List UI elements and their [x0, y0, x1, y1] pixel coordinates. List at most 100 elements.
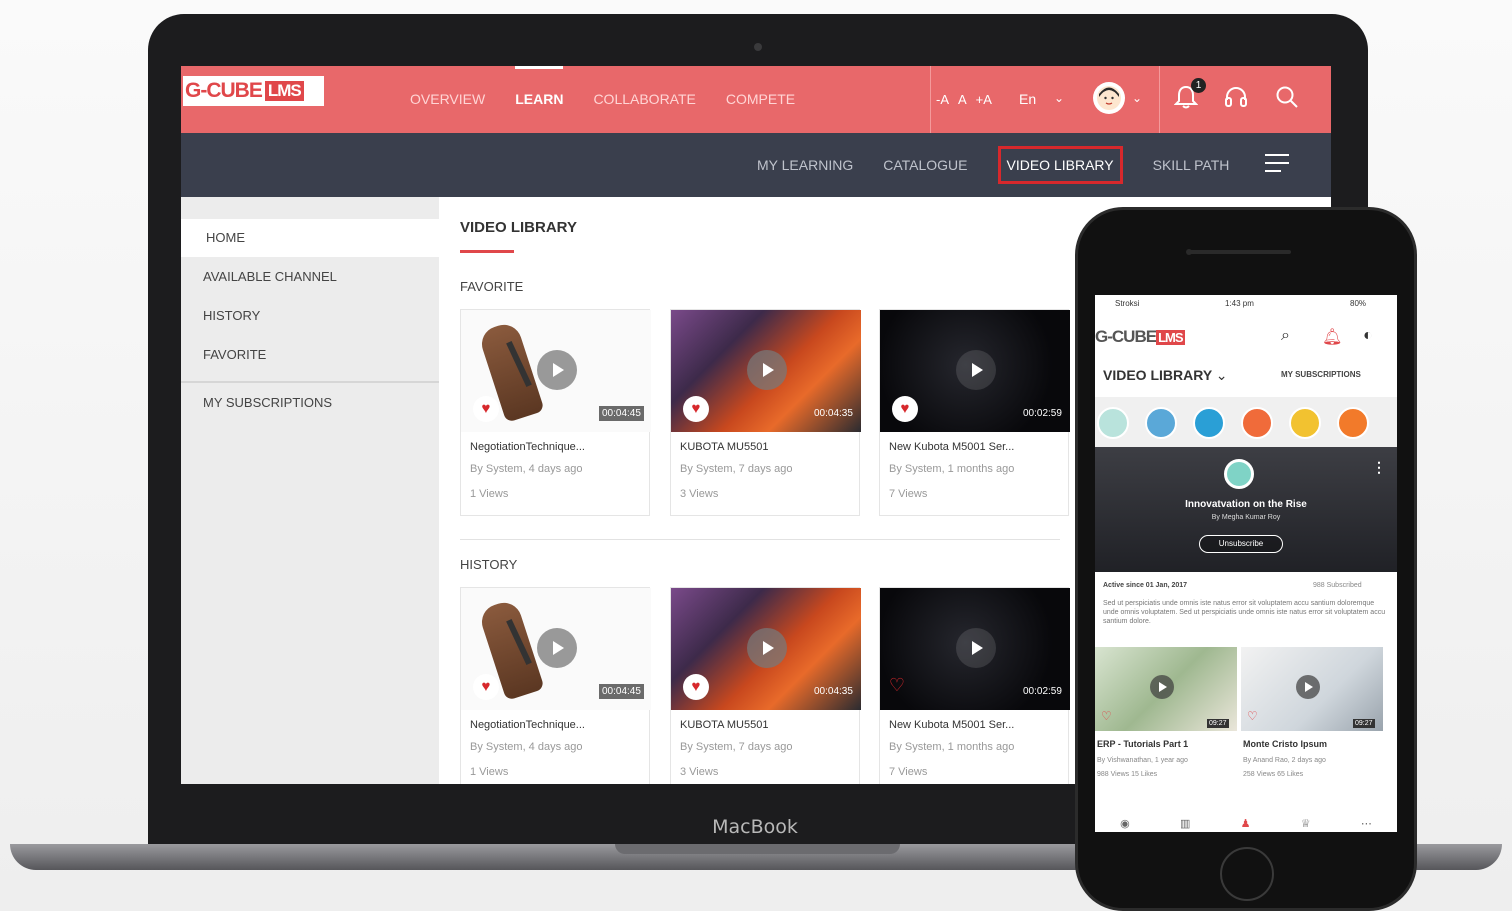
sidebar-item-home[interactable]: HOME — [181, 219, 439, 257]
bell-icon[interactable]: 🔔︎ — [1322, 327, 1342, 347]
phone-home-button[interactable] — [1220, 847, 1274, 901]
play-icon[interactable] — [537, 628, 577, 668]
phone-tab-bar: ◉ ▥ ♟ ♕ ⋯ — [1095, 817, 1397, 832]
phone-title-text: VIDEO LIBRARY — [1103, 367, 1212, 383]
play-icon[interactable] — [956, 628, 996, 668]
channel-avatar[interactable] — [1145, 407, 1177, 439]
video-card[interactable]: ♡ 00:02:59 New Kubota M5001 Ser... By Syste… — [879, 587, 1070, 784]
play-icon[interactable] — [1150, 675, 1174, 699]
video-thumbnail[interactable]: ♥ 00:04:45 — [461, 310, 651, 432]
video-title[interactable]: KUBOTA MU5501 — [680, 441, 768, 453]
font-reset-button[interactable]: A — [958, 92, 967, 107]
heart-icon[interactable]: ♡ — [886, 674, 908, 696]
video-title[interactable]: NegotiationTechnique... — [470, 719, 585, 731]
more-options-icon[interactable]: ⋮ — [1372, 459, 1386, 476]
heart-icon[interactable]: ♥ — [683, 396, 709, 422]
section-history-label: HISTORY — [460, 557, 518, 572]
unsubscribe-button[interactable]: Unsubscribe — [1199, 535, 1283, 553]
heart-icon[interactable]: ♡ — [1247, 709, 1258, 723]
sidebar-item-favorite[interactable]: FAVORITE — [181, 336, 439, 374]
font-increase-button[interactable]: +A — [976, 92, 992, 107]
video-thumbnail[interactable]: ♥ 00:04:35 — [671, 310, 861, 432]
avatar[interactable] — [1093, 82, 1125, 114]
channel-avatar[interactable] — [1241, 407, 1273, 439]
nav-overview[interactable]: OVERVIEW — [410, 91, 485, 107]
video-thumbnail[interactable]: ♥ 00:04:35 — [671, 588, 861, 710]
channel-avatar[interactable] — [1289, 407, 1321, 439]
search-icon[interactable] — [1274, 84, 1300, 115]
tab-catalogue[interactable]: CATALOGUE — [883, 157, 967, 173]
tab-my-learning[interactable]: MY LEARNING — [757, 157, 853, 173]
phone-page-title[interactable]: VIDEO LIBRARY ⌄ — [1103, 367, 1228, 384]
video-title[interactable]: KUBOTA MU5501 — [680, 719, 768, 731]
sidebar-item-available-channel[interactable]: AVAILABLE CHANNEL — [181, 258, 439, 296]
laptop-camera — [754, 43, 762, 51]
video-duration: 00:02:59 — [1023, 408, 1062, 419]
play-icon[interactable] — [956, 350, 996, 390]
main-nav: OVERVIEW LEARN COLLABORATE COMPETE — [410, 66, 795, 107]
nav-collaborate[interactable]: COLLABORATE — [593, 91, 695, 107]
avatar[interactable]: ◐ — [1363, 327, 1373, 345]
play-icon[interactable] — [747, 350, 787, 390]
hamburger-menu-icon[interactable] — [1265, 154, 1289, 178]
status-time: 1:43 pm — [1225, 299, 1254, 308]
play-icon[interactable] — [747, 628, 787, 668]
font-decrease-button[interactable]: -A — [936, 92, 949, 107]
phone-screen: Stroksi 1:43 pm 80% G-CUBE LMS ⌕ 🔔︎ ◐ VID… — [1095, 295, 1397, 832]
video-thumbnail[interactable]: ♥ 00:04:45 — [461, 588, 651, 710]
heart-icon[interactable]: ♥ — [473, 674, 499, 700]
search-icon[interactable]: ⌕ — [1281, 327, 1290, 345]
heart-icon[interactable]: ♥ — [892, 396, 918, 422]
sidebar-item-my-subscriptions[interactable]: MY SUBSCRIPTIONS — [181, 384, 439, 422]
chevron-down-icon[interactable]: ⌄ — [1132, 91, 1142, 105]
video-card[interactable]: ♥ 00:04:45 NegotiationTechnique... By Syste… — [460, 587, 651, 784]
phone-camera — [1186, 249, 1192, 255]
video-thumbnail[interactable]: ♡ 00:02:59 — [880, 588, 1070, 710]
video-card[interactable]: ♥ 00:04:35 KUBOTA MU5501 By System, 7 days … — [670, 309, 861, 516]
play-icon[interactable] — [1296, 675, 1320, 699]
video-card[interactable]: ♥ 00:02:59 New Kubota M5001 Ser... By Syste… — [879, 309, 1070, 516]
chevron-down-icon[interactable]: ⌄ — [1054, 91, 1064, 105]
heart-icon[interactable]: ♥ — [683, 674, 709, 700]
person-icon[interactable]: ♟ — [1241, 817, 1251, 832]
play-icon[interactable] — [537, 350, 577, 390]
tab-video-library[interactable]: VIDEO LIBRARY — [997, 146, 1123, 184]
headset-icon[interactable] — [1223, 84, 1249, 115]
banner-title: Innovatvation on the Rise — [1185, 499, 1307, 510]
app-logo[interactable]: G-CUBE LMS — [181, 74, 326, 108]
heart-icon[interactable]: ♡ — [1101, 709, 1112, 723]
video-title[interactable]: NegotiationTechnique... — [470, 441, 585, 453]
video-card[interactable]: ♥ 00:04:35 KUBOTA MU5501 By System, 7 days … — [670, 587, 861, 784]
sidebar-item-history[interactable]: HISTORY — [181, 297, 439, 335]
video-duration: 09:27 — [1207, 719, 1229, 728]
language-select[interactable]: En — [1019, 91, 1036, 107]
channel-avatar[interactable] — [1337, 407, 1369, 439]
video-stats: 988 Views 15 Likes — [1097, 771, 1158, 778]
video-duration: 00:04:35 — [814, 408, 853, 419]
video-meta: By System, 7 days ago — [680, 463, 793, 475]
font-size-controls: -A A +A — [930, 66, 992, 133]
heart-icon[interactable]: ♥ — [473, 396, 499, 422]
video-title[interactable]: New Kubota M5001 Ser... — [889, 441, 1014, 453]
my-subscriptions-link[interactable]: MY SUBSCRIPTIONS — [1281, 370, 1361, 379]
more-icon[interactable]: ⋯ — [1361, 817, 1372, 832]
video-views: 7 Views — [889, 488, 928, 500]
channel-avatar[interactable] — [1193, 407, 1225, 439]
chevron-down-icon: ⌄ — [1215, 367, 1228, 383]
video-title[interactable]: New Kubota M5001 Ser... — [889, 719, 1014, 731]
nav-compete[interactable]: COMPETE — [726, 91, 795, 107]
channel-avatar[interactable] — [1097, 407, 1129, 439]
video-thumbnail: ♡ 09:27 — [1095, 647, 1237, 731]
chart-icon[interactable]: ▥ — [1180, 817, 1190, 832]
phone-status-bar: Stroksi 1:43 pm 80% — [1095, 295, 1397, 313]
eye-icon[interactable]: ◉ — [1120, 817, 1130, 832]
phone-video-card[interactable]: ♡ 09:27 Monte Cristo Ipsum By Anand Rao,… — [1241, 647, 1383, 797]
phone-app-logo[interactable]: G-CUBE LMS — [1095, 327, 1185, 347]
trophy-icon[interactable]: ♕ — [1301, 817, 1311, 832]
video-thumbnail[interactable]: ♥ 00:02:59 — [880, 310, 1070, 432]
nav-learn[interactable]: LEARN — [515, 66, 564, 107]
tab-skill-path[interactable]: SKILL PATH — [1153, 157, 1230, 173]
phone-video-card[interactable]: ♡ 09:27 ERP - Tutorials Part 1 By Vishwa… — [1095, 647, 1237, 797]
logo-text: G-CUBE — [1095, 327, 1157, 346]
video-card[interactable]: ♥ 00:04:45 NegotiationTechnique... By Syste… — [460, 309, 651, 516]
